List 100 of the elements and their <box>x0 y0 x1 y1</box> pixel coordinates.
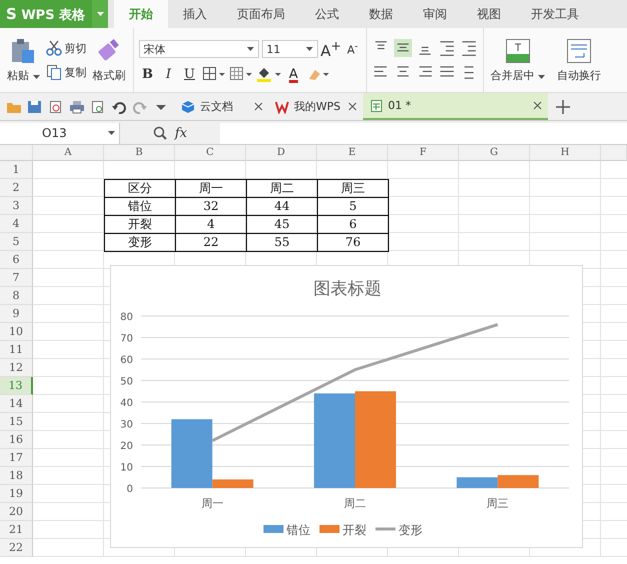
ribbon-tab[interactable]: 视图 <box>462 0 516 28</box>
fill-color-icon[interactable] <box>256 66 282 82</box>
close-icon[interactable] <box>533 101 542 110</box>
bar <box>456 477 498 488</box>
align-outdent-icon[interactable] <box>438 39 456 57</box>
row-header[interactable]: 10 <box>0 323 33 341</box>
row-header[interactable]: 3 <box>0 197 33 215</box>
legend-label: 变形 <box>398 523 422 537</box>
ribbon-tab[interactable]: 公式 <box>300 0 354 28</box>
scissors-icon <box>46 40 62 56</box>
close-icon[interactable] <box>348 102 357 111</box>
document-tab[interactable]: 01 * <box>363 93 548 120</box>
row-header[interactable]: 8 <box>0 287 33 305</box>
formula-input[interactable] <box>220 122 627 144</box>
ribbon-tab[interactable]: 插入 <box>168 0 222 28</box>
ribbon-tab[interactable]: 开发工具 <box>516 0 594 28</box>
document-tab[interactable]: 云文档 <box>175 93 269 120</box>
row-header[interactable]: 16 <box>0 431 33 449</box>
cell-style-icon[interactable] <box>228 66 252 82</box>
axis-category-label: 周二 <box>344 497 366 510</box>
legend-label: 错位 <box>286 523 310 537</box>
borders-icon[interactable] <box>202 66 226 82</box>
ribbon-tab[interactable]: 审阅 <box>408 0 462 28</box>
font-family-dropdown[interactable]: 宋体 <box>138 40 258 58</box>
row-header[interactable]: 9 <box>0 305 33 323</box>
row-header[interactable]: 14 <box>0 395 33 413</box>
caret-icon <box>108 131 115 135</box>
w-logo-icon <box>275 100 289 114</box>
row-header[interactable]: 19 <box>0 485 33 503</box>
font-color-button[interactable]: A <box>284 66 302 82</box>
cell-grid[interactable]: 1 2 区分 周一 周二 周三 3 错位 32 44 5 4 开裂 4 45 6 5 变形 22 55 76 6 7 8 9 10 11 12 13 14 15 16 17 18 19 20 21 22 图表标题 0 10 20 30 40 50 60 70 80 周一 周二 周三 错位 开裂 变形 <box>0 161 627 557</box>
caret-icon <box>306 47 312 51</box>
row-header[interactable]: 4 <box>0 215 33 233</box>
axis-tick-label: 20 <box>120 441 133 452</box>
decrease-font-size-button[interactable]: A$^{-}$ <box>344 41 362 57</box>
zoom-icon[interactable] <box>152 126 167 140</box>
row-header[interactable]: 21 <box>0 521 33 539</box>
row-header[interactable]: 18 <box>0 467 33 485</box>
clipboard-icon <box>10 38 36 64</box>
caret-icon <box>246 47 254 51</box>
save-icon[interactable] <box>27 100 43 114</box>
axis-tick-label: 60 <box>120 355 133 366</box>
italic-button[interactable]: I <box>160 66 178 82</box>
table-cell: 76 <box>317 233 389 252</box>
align-indent-icon[interactable] <box>460 39 478 57</box>
app-menu-dropdown-button[interactable] <box>92 0 108 28</box>
name-box[interactable]: O13 <box>0 122 120 144</box>
insert-function-button[interactable]: fx <box>174 126 188 140</box>
row-header[interactable]: 13 <box>0 377 33 395</box>
axis-tick-label: 50 <box>120 376 133 388</box>
font-size-dropdown[interactable]: 11 <box>262 40 318 58</box>
row-header[interactable]: 1 <box>0 161 33 179</box>
underline-button[interactable]: U <box>180 66 198 82</box>
legend-line-swatch <box>376 528 396 530</box>
table-cell: 周三 <box>317 179 389 198</box>
row-header[interactable]: 15 <box>0 413 33 431</box>
document-tab[interactable]: 我的WPS <box>269 93 363 120</box>
axis-tick-label: 0 <box>126 484 133 495</box>
row-header[interactable]: 6 <box>0 251 33 269</box>
row-header[interactable]: 11 <box>0 341 33 359</box>
spreadsheet-icon <box>369 98 383 112</box>
copy-icon <box>46 64 62 80</box>
bar <box>498 475 539 488</box>
axis-tick-label: 30 <box>120 420 133 430</box>
ribbon-tab[interactable]: 页面布局 <box>222 0 300 28</box>
row-header[interactable]: 2 <box>0 179 33 197</box>
legend-swatch <box>320 525 340 533</box>
increase-font-size-button[interactable]: A$^{+}$ <box>320 38 340 60</box>
bold-button[interactable]: B <box>138 66 156 82</box>
row-header[interactable]: 20 <box>0 503 33 521</box>
cut-button[interactable]: 剪切 <box>46 40 86 56</box>
ribbon-tab[interactable]: 数据 <box>354 0 408 28</box>
table-cell: 区分 <box>104 179 176 198</box>
row-header[interactable]: 22 <box>0 539 33 557</box>
cube-icon <box>181 100 195 114</box>
axis-tick-label: 40 <box>120 398 133 409</box>
format-painter-button[interactable]: 格式刷 <box>90 36 128 84</box>
print-icon[interactable] <box>69 100 85 114</box>
chart-area[interactable]: 图表标题 0 10 20 30 40 50 60 70 80 周一 周二 周三 错位 开裂 变形 <box>110 265 583 548</box>
new-tab-icon[interactable] <box>556 100 570 114</box>
undo-icon[interactable] <box>111 100 127 114</box>
axis-tick-label: 10 <box>120 462 133 474</box>
wrap-text-button[interactable]: 自动换行 <box>555 36 603 84</box>
table-cell: 变形 <box>104 233 176 252</box>
row-header[interactable]: 5 <box>0 233 33 251</box>
row-header[interactable]: 7 <box>0 269 33 287</box>
close-icon[interactable] <box>254 102 263 111</box>
caret-icon <box>96 12 104 16</box>
wrap-text-icon <box>566 38 592 64</box>
axis-tick-label: 70 <box>120 334 133 344</box>
row-header[interactable]: 12 <box>0 359 33 377</box>
chart-title: 图表标题 <box>314 279 382 299</box>
row-header[interactable]: 17 <box>0 449 33 467</box>
merge-center-button[interactable]: 合并居中 <box>488 36 547 84</box>
axis-tick-label: 80 <box>120 312 133 323</box>
axis-category-label: 周一 <box>201 497 224 510</box>
paste-button[interactable]: 粘贴 <box>5 36 42 84</box>
align-middle-icon[interactable] <box>394 39 412 57</box>
copy-button[interactable]: 复制 <box>46 64 86 80</box>
merge-cells-icon <box>504 38 531 64</box>
